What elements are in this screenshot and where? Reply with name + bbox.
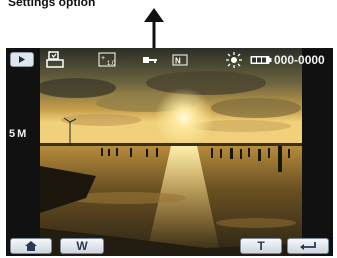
svg-text:1.0: 1.0 xyxy=(107,61,116,67)
print-icon xyxy=(46,51,64,68)
pointer-arrow xyxy=(144,8,164,48)
zoom-wide-button[interactable]: W xyxy=(60,238,104,254)
camera-lcd: + 1.0 N 000-0000 5 M W T xyxy=(6,48,333,256)
protect-key-icon xyxy=(143,57,157,63)
zoom-tele-button[interactable]: T xyxy=(240,238,282,254)
battery-icon xyxy=(250,56,272,64)
caption-text: Settings option xyxy=(8,0,96,9)
resolution-label: 5 M xyxy=(9,128,26,140)
sunset-beach-photo xyxy=(6,48,333,256)
svg-text:+: + xyxy=(101,55,105,62)
exposure-icon: + 1.0 xyxy=(98,52,116,67)
svg-text:N: N xyxy=(175,57,181,66)
return-icon xyxy=(300,242,316,250)
night-mode-icon: N xyxy=(172,54,188,66)
home-button[interactable] xyxy=(10,238,52,254)
image-counter: 000-0000 xyxy=(274,53,325,67)
back-button[interactable] xyxy=(287,238,329,254)
white-balance-sun-icon xyxy=(226,52,242,68)
home-icon xyxy=(25,241,37,251)
playback-mode-button[interactable] xyxy=(10,52,34,67)
play-icon xyxy=(19,56,25,63)
